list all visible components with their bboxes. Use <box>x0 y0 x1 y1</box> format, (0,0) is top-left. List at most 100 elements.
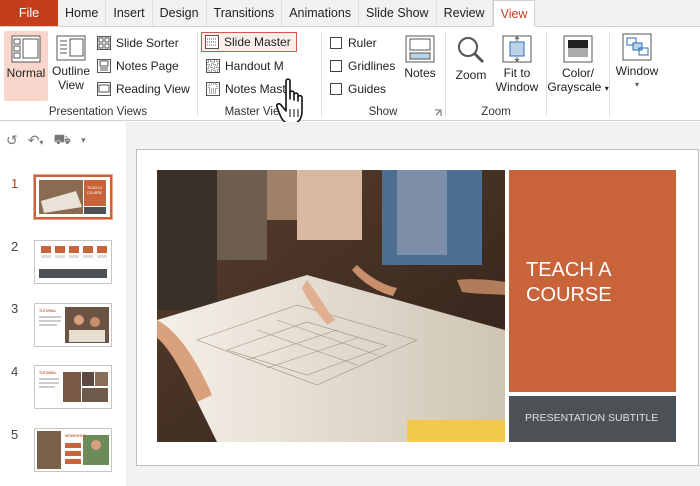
tab-transitions[interactable]: Transitions <box>207 0 283 26</box>
slide-photo[interactable] <box>157 170 505 442</box>
normal-view-icon <box>11 35 41 63</box>
notes-page-button[interactable]: Notes Page <box>94 56 182 76</box>
ribbon-view: Normal Outline View Slide Sorter Notes P… <box>0 27 700 125</box>
quick-access-toolbar: ↺ ↶▾ ⛟ ▾ <box>0 122 126 158</box>
window-icon <box>622 33 652 61</box>
slide-sorter-label: Slide Sorter <box>116 36 179 50</box>
redo-icon[interactable]: ↺ <box>6 132 18 149</box>
tab-home[interactable]: Home <box>58 0 107 26</box>
thumbnail-number: 1 <box>11 176 19 191</box>
notes-page-icon <box>97 59 111 73</box>
thumbnail-title: TUTORIAL <box>39 371 57 375</box>
thumbnail-number: 3 <box>11 301 19 316</box>
notes-master-icon <box>206 82 220 96</box>
gridlines-label: Gridlines <box>348 59 396 73</box>
customize-toolbar-icon[interactable]: ▾ <box>81 135 86 146</box>
gridlines-checkbox[interactable]: Gridlines <box>327 56 398 76</box>
group-label-show: Show <box>368 106 398 118</box>
group-divider <box>445 31 446 117</box>
outline-view-icon <box>56 35 86 61</box>
normal-view-label: Normal <box>6 66 46 80</box>
slide-thumbnail-preview <box>39 246 107 278</box>
thumbnail-title: WORKSHOP <box>65 434 86 438</box>
chevron-down-icon: ▾ <box>634 80 639 89</box>
reading-view-label: Reading View <box>116 82 190 96</box>
tab-slide-show[interactable]: Slide Show <box>359 0 437 26</box>
ribbon-tab-bar: File Home Insert Design Transitions Anim… <box>0 0 700 27</box>
tab-review[interactable]: Review <box>437 0 493 26</box>
title-placeholder[interactable]: TEACH A COURSE <box>509 170 676 392</box>
subtitle-placeholder[interactable]: PRESENTATION SUBTITLE <box>509 396 676 442</box>
slide-master-button[interactable]: Slide Master <box>201 32 297 52</box>
slide-thumbnail-2[interactable] <box>34 240 112 284</box>
group-label-zoom: Zoom <box>481 106 511 118</box>
fit-to-window-button[interactable]: Fit to Window <box>493 35 541 94</box>
fit-to-window-icon <box>502 35 532 63</box>
fit-to-window-label-1: Fit to <box>503 66 531 80</box>
slide-canvas[interactable]: TEACH A COURSE PRESENTATION SUBTITLE <box>136 149 699 466</box>
notes-page-label: Notes Page <box>116 59 179 73</box>
ruler-checkbox[interactable]: Ruler <box>327 33 380 53</box>
ruler-checkbox-box[interactable] <box>330 37 342 49</box>
slide-master-label: Slide Master <box>224 35 291 49</box>
gridlines-checkbox-box[interactable] <box>330 60 342 72</box>
reading-view-icon <box>97 82 111 96</box>
color-grayscale-button[interactable]: Color/ Grayscale ▾ <box>547 35 609 96</box>
slide-sorter-button[interactable]: Slide Sorter <box>94 33 182 53</box>
slide-master-icon <box>205 35 219 49</box>
outline-view-label-1: Outline <box>51 64 91 78</box>
slide-subtitle[interactable]: PRESENTATION SUBTITLE <box>525 412 658 424</box>
hand-pointer-icon <box>276 78 303 125</box>
from-beginning-icon[interactable]: ⛟ <box>53 131 71 150</box>
color-grayscale-label-1: Color/ <box>561 66 594 80</box>
guides-checkbox[interactable]: Guides <box>327 79 389 99</box>
thumbnail-number: 2 <box>11 239 19 254</box>
notes-icon <box>405 35 435 63</box>
guides-label: Guides <box>348 82 387 96</box>
color-grayscale-label-2: Grayscale ▾ <box>547 80 608 96</box>
fit-to-window-label-2: Window <box>495 80 539 94</box>
slide-sorter-icon <box>97 36 111 50</box>
group-divider <box>546 31 547 117</box>
tab-design[interactable]: Design <box>153 0 207 26</box>
tab-animations[interactable]: Animations <box>282 0 360 26</box>
normal-view-button[interactable]: Normal <box>4 31 48 101</box>
thumbnail-title: TUTORIAL <box>39 309 57 313</box>
slide-thumbnail-5[interactable]: WORKSHOP <box>34 428 112 472</box>
window-label: Window <box>615 64 659 78</box>
slide-thumbnails-pane: 1 TEACH A COURSE 2 3 TUTORIAL 4 TUTORIAL… <box>0 158 126 486</box>
slide-editing-area: TEACH A COURSE PRESENTATION SUBTITLE <box>126 122 700 486</box>
group-label-presentation-views: Presentation Views <box>48 106 148 118</box>
slide-title[interactable]: TEACH A COURSE <box>526 258 666 308</box>
thumbnail-number: 4 <box>11 364 19 379</box>
slide-thumbnail-4[interactable]: TUTORIAL <box>34 365 112 409</box>
thumbnail-title: TEACH A COURSE <box>87 186 102 195</box>
dialog-launcher-icon[interactable] <box>434 109 442 117</box>
zoom-label: Zoom <box>455 68 487 82</box>
color-grayscale-text: Grayscale <box>547 80 602 94</box>
window-button[interactable]: Window ▾ <box>613 33 661 92</box>
group-divider <box>321 31 322 117</box>
zoom-button[interactable]: Zoom <box>452 35 490 82</box>
undo-icon[interactable]: ↶▾ <box>28 132 44 149</box>
notes-button[interactable]: Notes <box>400 35 440 80</box>
handout-master-label: Handout M <box>225 59 284 73</box>
tab-file[interactable]: File <box>0 0 58 26</box>
slide-thumbnail-preview <box>36 177 110 217</box>
thumbnail-number: 5 <box>11 427 19 442</box>
handout-master-button[interactable]: Handout M <box>203 56 287 76</box>
group-divider <box>197 31 198 117</box>
group-divider <box>609 31 610 117</box>
tab-insert[interactable]: Insert <box>106 0 153 26</box>
color-grayscale-icon <box>563 35 593 63</box>
guides-checkbox-box[interactable] <box>330 83 342 95</box>
reading-view-button[interactable]: Reading View <box>94 79 193 99</box>
outline-view-label-2: View <box>58 78 84 92</box>
magnifier-icon <box>458 37 485 64</box>
tab-view[interactable]: View <box>492 0 536 27</box>
slide-thumbnail-3[interactable]: TUTORIAL <box>34 303 112 347</box>
notes-label: Notes <box>404 66 436 80</box>
outline-view-button[interactable]: Outline View <box>50 35 92 92</box>
slide-thumbnail-1[interactable]: TEACH A COURSE <box>33 174 113 220</box>
handout-master-icon <box>206 59 220 73</box>
